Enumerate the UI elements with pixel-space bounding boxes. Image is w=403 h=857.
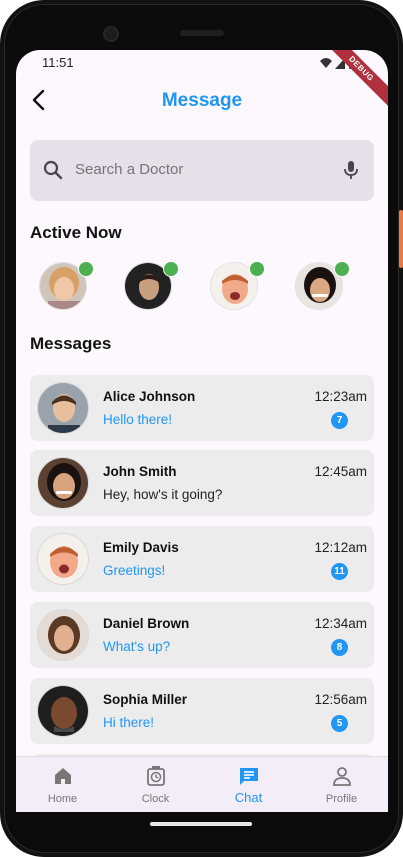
message-time: 12:45am	[314, 464, 367, 479]
nav-profile[interactable]: Profile	[295, 757, 388, 812]
active-user-3[interactable]	[210, 261, 265, 312]
unread-badge: 8	[331, 639, 348, 656]
message-preview: Hey, how's it going?	[103, 487, 223, 502]
message-item-sophia-miller[interactable]: Sophia Miller Hi there! 12:56am 5	[30, 678, 374, 744]
unread-badge: 11	[331, 563, 348, 580]
avatar	[37, 685, 89, 737]
unread-badge: 7	[331, 412, 348, 429]
status-bar: 11:51 DEBUG	[16, 50, 388, 113]
message-time: 12:12am	[314, 540, 367, 555]
phone-frame: 11:51 DEBUG Message Search a Doctor Acti…	[0, 0, 403, 857]
active-user-1[interactable]	[39, 261, 94, 312]
contact-name: Sophia Miller	[103, 692, 188, 707]
avatar	[37, 609, 89, 661]
nav-clock[interactable]: Clock	[109, 757, 202, 812]
profile-icon	[333, 767, 351, 786]
wifi-icon	[320, 58, 332, 68]
contact-name: Alice Johnson	[103, 389, 196, 404]
message-preview: What's up?	[103, 639, 171, 654]
online-indicator	[249, 261, 265, 277]
nav-home[interactable]: Home	[16, 757, 109, 812]
messages-title: Messages	[30, 334, 112, 353]
bottom-navigation: Home Clock Chat Profile	[16, 756, 388, 812]
message-item-daniel-brown[interactable]: Daniel Brown What's up? 12:34am 8	[30, 602, 374, 668]
contact-name: Emily Davis	[103, 540, 179, 555]
earpiece-speaker	[180, 30, 224, 36]
active-user-4[interactable]	[295, 261, 350, 312]
mic-icon[interactable]	[339, 158, 363, 182]
online-indicator	[334, 261, 350, 277]
active-now-title: Active Now	[30, 223, 122, 242]
side-button[interactable]	[399, 210, 403, 268]
online-indicator	[78, 261, 94, 277]
message-item-emily-davis[interactable]: Emily Davis Greetings! 12:12am 11	[30, 526, 374, 592]
search-bar[interactable]	[30, 140, 374, 201]
contact-name: John Smith	[103, 464, 177, 479]
nav-label: Home	[47, 793, 78, 805]
nav-label: Chat	[234, 790, 263, 805]
message-item-john-smith[interactable]: John Smith Hey, how's it going? 12:45am	[30, 450, 374, 516]
home-indicator[interactable]	[150, 822, 252, 826]
message-item-alice-johnson[interactable]: Alice Johnson Hello there! 12:23am 7	[30, 375, 374, 441]
nav-label: Profile	[325, 793, 358, 805]
message-time: 12:23am	[314, 389, 367, 404]
message-preview: Greetings!	[103, 563, 166, 578]
search-icon	[43, 160, 63, 180]
status-time: 11:51	[42, 55, 74, 70]
unread-badge: 5	[331, 715, 348, 732]
avatar	[37, 382, 89, 434]
active-user-2[interactable]	[124, 261, 179, 312]
message-preview: Hi there!	[103, 715, 155, 730]
contact-name: Daniel Brown	[103, 616, 190, 631]
chat-icon	[240, 768, 258, 785]
home-icon	[55, 768, 71, 784]
app-bar: Message	[16, 78, 388, 122]
active-now-row	[16, 261, 388, 314]
search-input[interactable]	[75, 161, 325, 178]
app-screen: 11:51 DEBUG Message Search a Doctor Acti…	[16, 50, 388, 812]
online-indicator	[163, 261, 179, 277]
clock-icon	[147, 766, 165, 786]
nav-label: Clock	[141, 793, 170, 805]
message-time: 12:56am	[314, 692, 367, 707]
avatar	[37, 533, 89, 585]
message-preview: Hello there!	[103, 412, 173, 427]
avatar	[37, 457, 89, 509]
front-camera	[103, 26, 119, 42]
message-time: 12:34am	[314, 616, 367, 631]
nav-chat[interactable]: Chat	[202, 757, 295, 812]
page-title: Message	[161, 90, 243, 111]
